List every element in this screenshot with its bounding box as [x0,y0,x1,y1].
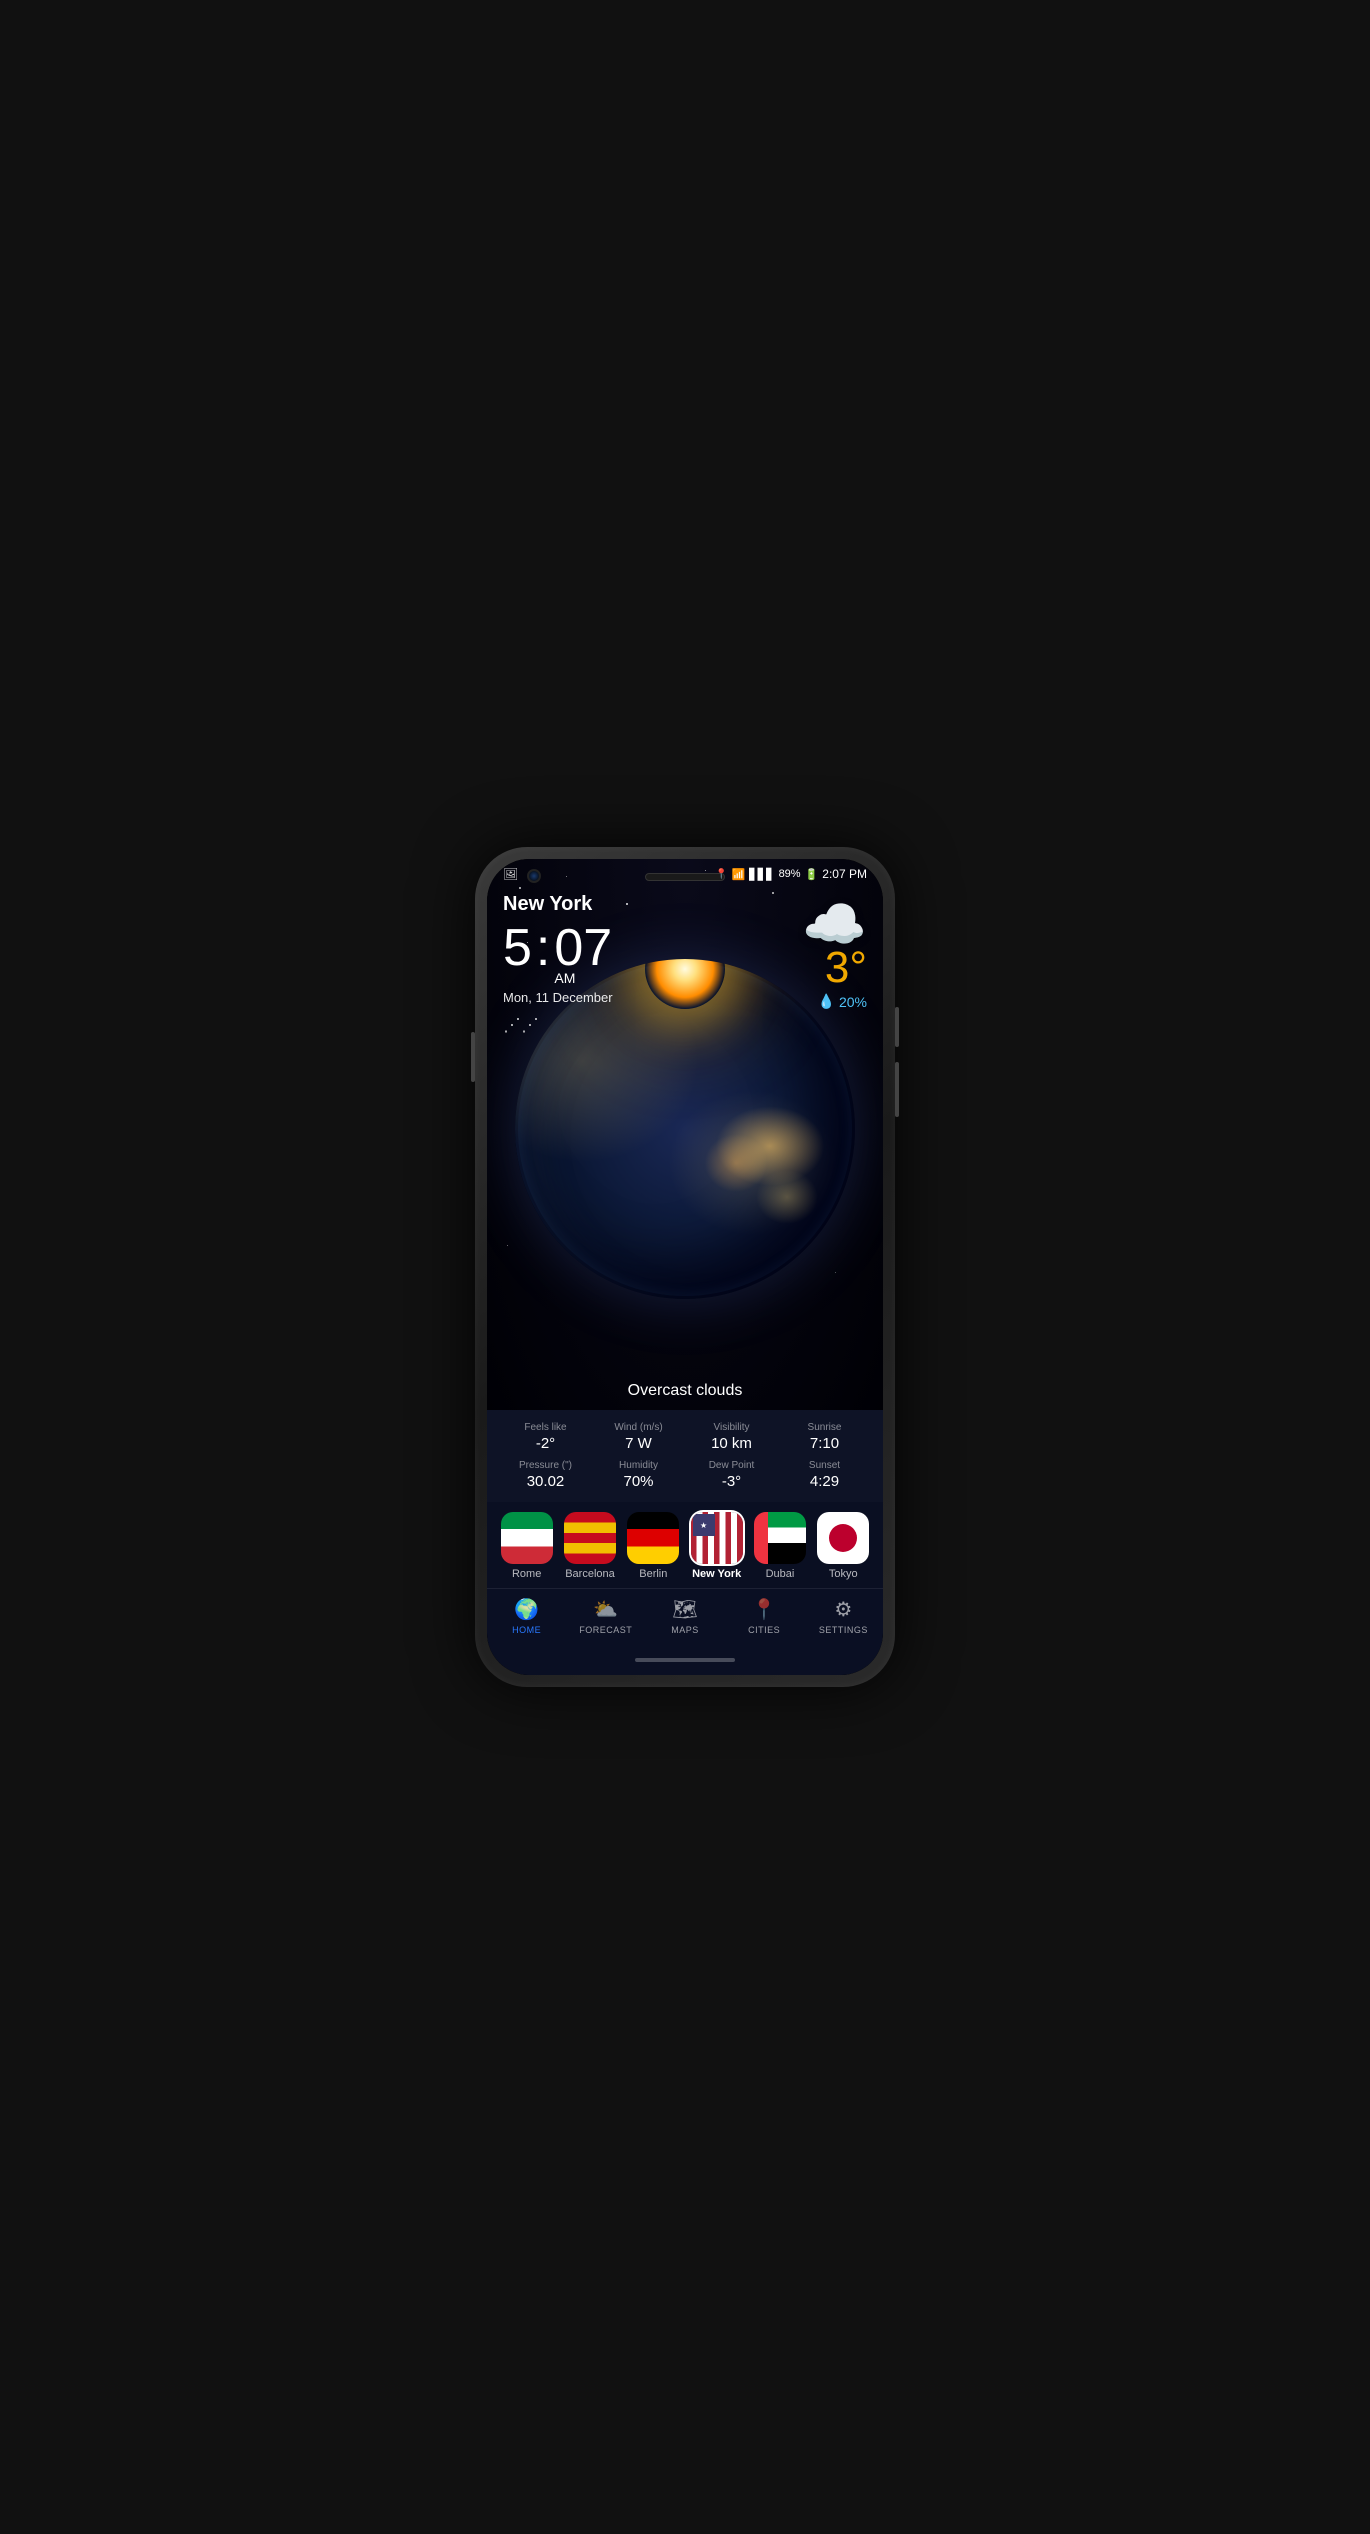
city-item-berlin[interactable]: Berlin [627,1512,679,1580]
tokyo-label: Tokyo [829,1568,858,1580]
nav-home[interactable]: 🌍 HOME [497,1597,557,1635]
battery-percent: 89% [779,868,801,880]
home-bar[interactable] [635,1658,735,1662]
wifi-icon: 📶 [731,868,745,881]
settings-label: SETTINGS [819,1625,868,1635]
maps-icon: 🗺 [672,1597,697,1622]
rome-flag [501,1512,553,1564]
dew-point-item: Dew Point -3° [689,1460,774,1490]
status-left-icon: 🖼 [503,867,518,881]
barcelona-flag [564,1512,616,1564]
dew-value: -3° [689,1473,774,1490]
cities-row: Rome Barcelona Berlin ★ New York [487,1502,883,1588]
sunset-item: Sunset 4:29 [782,1460,867,1490]
bottom-navigation: 🌍 HOME ⛅ FORECAST 🗺 MAPS 📍 CITIES ⚙ [487,1588,883,1649]
volume-up-button[interactable] [895,1007,899,1047]
feels-like-value: -2° [503,1435,588,1452]
forecast-label: FORECAST [579,1625,632,1635]
phone-frame: 🖼 📍 📶 ▋▋▋ 89% 🔋 2:07 PM New York [475,847,895,1687]
battery-icon: 🔋 [805,868,819,881]
berlin-label: Berlin [639,1568,667,1580]
weather-main-area: 🖼 📍 📶 ▋▋▋ 89% 🔋 2:07 PM New York [487,859,883,1410]
dubai-label: Dubai [766,1568,795,1580]
humidity-item: Humidity 70% [596,1460,681,1490]
time-minutes: 07 [554,922,612,974]
app-screen: 🖼 📍 📶 ▋▋▋ 89% 🔋 2:07 PM New York [487,859,883,1675]
forecast-icon: ⛅ [593,1597,618,1622]
wind-value: 7 W [596,1435,681,1452]
berlin-flag [627,1512,679,1564]
cities-icon: 📍 [752,1597,777,1622]
home-indicator [487,1649,883,1675]
pressure-item: Pressure (") 30.02 [503,1460,588,1490]
share-button[interactable]: ⋰⋰ [503,1015,867,1036]
sunrise-value: 7:10 [782,1435,867,1452]
cloud-icon: ☁️ [802,899,867,951]
sunset-label: Sunset [782,1460,867,1471]
city-item-rome[interactable]: Rome [501,1512,553,1580]
home-label: HOME [512,1625,541,1635]
city-item-dubai[interactable]: Dubai [754,1512,806,1580]
photo-icon: 🖼 [503,867,518,881]
city-item-newyork[interactable]: ★ New York [691,1512,743,1580]
wind-label: Wind (m/s) [596,1422,681,1433]
city-item-barcelona[interactable]: Barcelona [564,1512,616,1580]
precipitation-row: 💧 20% [802,993,867,1010]
power-button[interactable] [471,1032,475,1082]
humidity-label: Humidity [596,1460,681,1471]
signal-icon: ▋▋▋ [749,868,774,881]
nav-forecast[interactable]: ⛅ FORECAST [576,1597,636,1635]
ny-stars: ★ [693,1514,715,1536]
status-bar: 🖼 📍 📶 ▋▋▋ 89% 🔋 2:07 PM [487,859,883,885]
volume-down-button[interactable] [895,1062,899,1117]
precipitation-value: 20% [839,994,867,1010]
time-ampm: AM [554,970,575,986]
temp-cloud-panel: ☁️ 3° 💧 20% [802,899,867,1010]
sunset-value: 4:29 [782,1473,867,1490]
barcelona-label: Barcelona [565,1568,615,1580]
maps-label: MAPS [671,1625,699,1635]
screen: 🖼 📍 📶 ▋▋▋ 89% 🔋 2:07 PM New York [487,859,883,1675]
pressure-value: 30.02 [503,1473,588,1490]
time-hour: 5 [503,922,532,974]
location-icon: 📍 [715,869,727,880]
weather-details-panel: Feels like -2° Wind (m/s) 7 W Visibility… [487,1410,883,1502]
condition-text: Overcast clouds [487,1382,883,1400]
dubai-flag [754,1512,806,1564]
newyork-flag: ★ [691,1512,743,1564]
sunrise-item: Sunrise 7:10 [782,1422,867,1452]
visibility-item: Visibility 10 km [689,1422,774,1452]
feels-like-label: Feels like [503,1422,588,1433]
time-colon: : [536,918,550,978]
city-item-tokyo[interactable]: Tokyo [817,1512,869,1580]
tokyo-circle [829,1524,857,1552]
pressure-label: Pressure (") [503,1460,588,1471]
visibility-label: Visibility [689,1422,774,1433]
nav-maps[interactable]: 🗺 MAPS [655,1597,715,1635]
settings-icon: ⚙ [834,1597,852,1622]
dew-label: Dew Point [689,1460,774,1471]
status-time: 2:07 PM [822,867,867,881]
feels-like-item: Feels like -2° [503,1422,588,1452]
home-icon: 🌍 [514,1597,539,1622]
wind-item: Wind (m/s) 7 W [596,1422,681,1452]
visibility-value: 10 km [689,1435,774,1452]
status-right: 📍 📶 ▋▋▋ 89% 🔋 2:07 PM [715,867,867,881]
cities-label: CITIES [748,1625,780,1635]
humidity-value: 70% [596,1473,681,1490]
newyork-label: New York [692,1568,741,1580]
sunrise-label: Sunrise [782,1422,867,1433]
rain-icon: 💧 [818,993,835,1010]
nav-cities[interactable]: 📍 CITIES [734,1597,794,1635]
rome-label: Rome [512,1568,541,1580]
tokyo-flag [817,1512,869,1564]
nav-settings[interactable]: ⚙ SETTINGS [813,1597,873,1635]
